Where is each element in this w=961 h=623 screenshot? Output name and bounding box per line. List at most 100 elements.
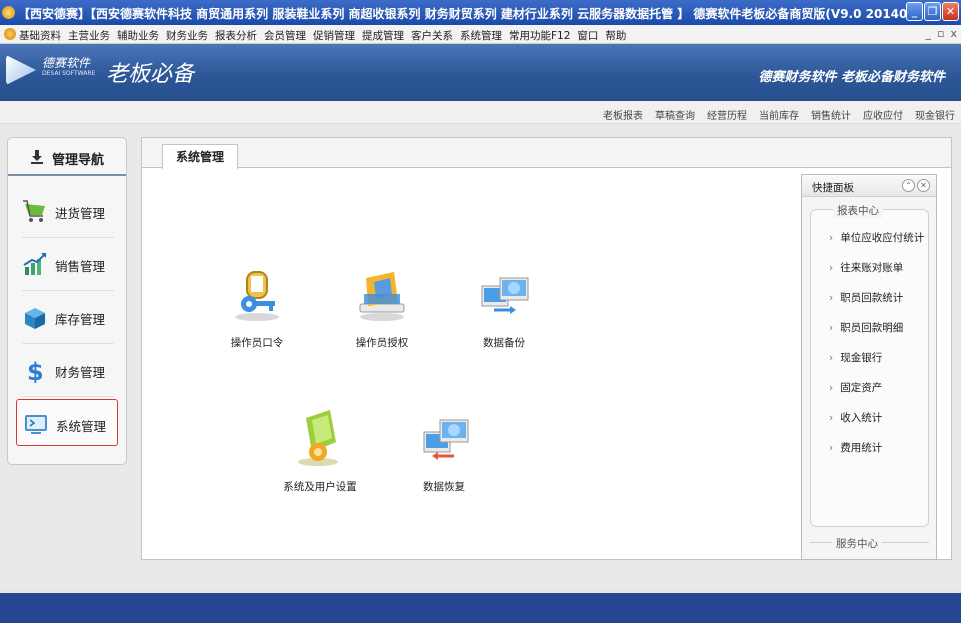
nav-item-sales[interactable]: 销售管理 <box>16 240 118 287</box>
toolbar-link[interactable]: 现金银行 <box>915 107 955 122</box>
toolbar-link[interactable]: 草稿查询 <box>655 107 695 122</box>
toolbar-link[interactable]: 应收应付 <box>863 107 903 122</box>
quick-panel-header: 快捷面板 ⌃ ✕ <box>802 175 936 197</box>
app-label: 数据恢复 <box>423 481 465 493</box>
status-bar <box>0 590 961 623</box>
menu-item[interactable]: 会员管理 <box>264 28 306 43</box>
tab-system-management[interactable]: 系统管理 <box>162 144 238 169</box>
title-bar: 【西安德赛】【西安德赛软件科技 商贸通用系列 服装鞋业系列 商超收银系列 财务财… <box>0 0 961 25</box>
toolbar-link[interactable]: 经营历程 <box>707 107 747 122</box>
arrow-icon: › <box>829 382 834 394</box>
menu-item[interactable]: 帮助 <box>605 28 626 43</box>
app-operator-password[interactable]: 操作员口令 <box>197 264 317 350</box>
app-operator-authorization[interactable]: 操作员授权 <box>322 264 442 350</box>
nav-item-inventory[interactable]: 库存管理 <box>16 293 118 340</box>
quick-link[interactable]: › 现金银行 <box>829 350 882 365</box>
menu-app-icon[interactable] <box>4 28 16 40</box>
nav-label: 库存管理 <box>55 312 106 327</box>
close-icon[interactable]: ✕ <box>917 179 930 192</box>
menu-item[interactable]: 促销管理 <box>313 28 355 43</box>
close-button[interactable]: ✕ <box>942 2 959 21</box>
app-system-user-settings[interactable]: 系统及用户设置 <box>260 408 380 494</box>
mdi-minimize-icon[interactable]: _ <box>926 27 932 40</box>
window-title: 【西安德赛】【西安德赛软件科技 商贸通用系列 服装鞋业系列 商超收银系列 财务财… <box>18 7 913 21</box>
menu-item[interactable]: 客户关系 <box>411 28 453 43</box>
logo-icon <box>6 55 36 85</box>
menu-bar: 基础资料 主营业务 辅助业务 财务业务 报表分析 会员管理 促销管理 提成管理 … <box>0 25 961 44</box>
quick-link[interactable]: › 收入统计 <box>829 410 882 425</box>
logo-subtext: DESAI SOFTWARE <box>42 70 96 77</box>
mdi-close-icon[interactable]: x <box>950 27 957 40</box>
app-data-backup[interactable]: 数据备份 <box>444 264 564 350</box>
nav-header: 管理导航 <box>8 138 126 176</box>
report-center-section: 报表中心 › 单位应收应付统计 › 往来账对账单 › 职员回款统计 › 职员回款明细 ›… <box>810 203 929 527</box>
quick-link[interactable]: › 往来账对账单 <box>829 260 903 275</box>
arrow-icon: › <box>829 292 834 304</box>
mdi-restore-icon[interactable]: ▫ <box>937 27 944 40</box>
download-arrow-icon <box>31 150 43 164</box>
minimize-button[interactable]: _ <box>906 2 923 21</box>
service-center-section: 服务中心 <box>810 536 929 572</box>
maximize-button[interactable]: ❐ <box>924 2 941 21</box>
quick-link[interactable]: › 职员回款统计 <box>829 290 903 305</box>
toolbar-link[interactable]: 老板报表 <box>603 107 643 122</box>
svg-text:$: $ <box>27 358 44 383</box>
nav-title: 管理导航 <box>52 153 105 168</box>
section-title: 报表中心 <box>833 203 883 218</box>
banner-slogan: 德赛财务软件 老板必备财务软件 <box>758 70 945 85</box>
backup-icon <box>481 277 529 314</box>
menu-item[interactable]: 常用功能F12 <box>509 28 570 43</box>
quick-toolbar: 老板报表 草稿查询 经营历程 当前库存 销售统计 应收应付 现金银行 <box>0 101 961 124</box>
app-icon <box>2 6 15 19</box>
product-title: 老板必备 <box>106 62 195 87</box>
quick-link[interactable]: › 职员回款明细 <box>829 320 903 335</box>
key-lock-icon <box>235 271 279 321</box>
arrow-icon: › <box>829 262 834 274</box>
arrow-icon: › <box>829 412 834 424</box>
menu-item[interactable]: 提成管理 <box>362 28 404 43</box>
arrow-icon: › <box>829 232 834 244</box>
collapse-icon[interactable]: ⌃ <box>902 179 915 192</box>
quick-link[interactable]: › 单位应收应付统计 <box>829 230 924 245</box>
toolbar-link[interactable]: 销售统计 <box>811 107 851 122</box>
menu-item[interactable]: 系统管理 <box>460 28 502 43</box>
app-label: 系统及用户设置 <box>283 481 357 493</box>
quick-panel: 快捷面板 ⌃ ✕ 报表中心 › 单位应收应付统计 › 往来账对账单 › 职员回款统计 … <box>801 174 937 560</box>
arrow-icon: › <box>829 442 834 454</box>
chart-up-icon <box>23 253 46 275</box>
box-icon <box>25 308 45 329</box>
dollar-icon: $ <box>27 358 44 383</box>
quick-link[interactable]: › 固定资产 <box>829 380 882 395</box>
section-title: 服务中心 <box>832 536 882 551</box>
nav-label: 进货管理 <box>55 206 106 221</box>
app-data-restore[interactable]: 数据恢复 <box>384 408 504 494</box>
menu-item[interactable]: 窗口 <box>577 28 598 43</box>
tab-strip: 系统管理 <box>142 138 951 169</box>
cart-icon <box>23 200 45 222</box>
nav-item-purchase[interactable]: 进货管理 <box>16 187 118 234</box>
menu-item[interactable]: 辅助业务 <box>117 28 159 43</box>
nav-item-finance[interactable]: $ 财务管理 <box>16 346 118 393</box>
app-label: 操作员授权 <box>355 337 409 349</box>
quick-link[interactable]: › 费用统计 <box>829 440 882 455</box>
nav-label: 财务管理 <box>55 365 106 380</box>
settings-card-icon <box>298 410 338 466</box>
nav-panel: 管理导航 进货管理 销售管理 库存管理 $ 财务管理 系统管理 <box>7 137 127 465</box>
nav-label: 系统管理 <box>56 419 107 434</box>
quick-panel-title: 快捷面板 <box>812 182 854 194</box>
menu-item[interactable]: 报表分析 <box>215 28 257 43</box>
banner: 德赛软件 DESAI SOFTWARE 老板必备 德赛财务软件 老板必备财务软件 <box>0 44 961 101</box>
menu-item[interactable]: 主营业务 <box>68 28 110 43</box>
nav-item-system[interactable]: 系统管理 <box>16 399 118 446</box>
logo-text: 德赛软件 <box>42 56 91 70</box>
app-label: 操作员口令 <box>230 337 284 349</box>
toolbar-link[interactable]: 当前库存 <box>759 107 799 122</box>
restore-icon <box>423 419 469 460</box>
nav-label: 销售管理 <box>55 259 106 274</box>
arrow-icon: › <box>829 322 834 334</box>
menu-item[interactable]: 基础资料 <box>19 28 61 43</box>
screen-icon <box>25 415 47 434</box>
menu-item[interactable]: 财务业务 <box>166 28 208 43</box>
monitor-card-icon <box>359 272 405 321</box>
arrow-icon: › <box>829 352 834 364</box>
